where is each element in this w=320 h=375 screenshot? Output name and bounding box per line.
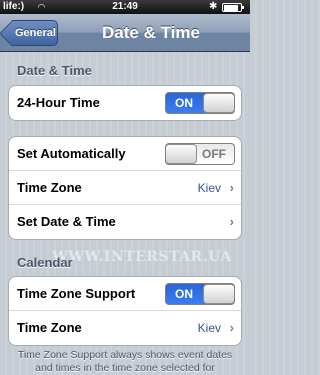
row-time-zone-support: Time Zone Support ON xyxy=(9,277,241,311)
toggle-knob xyxy=(166,144,197,164)
row-label: 24-Hour Time xyxy=(17,95,100,110)
row-label: Set Date & Time xyxy=(17,214,116,229)
battery-icon xyxy=(222,3,244,12)
toggle-state-label: ON xyxy=(175,96,193,110)
bluetooth-icon: ✱ xyxy=(209,1,218,12)
toggle-state-label: ON xyxy=(175,287,193,301)
chevron-right-icon: › xyxy=(229,320,234,335)
toggle-set-automatically[interactable]: OFF xyxy=(165,143,235,165)
page-title: Date & Time xyxy=(102,23,200,42)
row-label: Time Zone Support xyxy=(17,286,136,301)
chevron-right-icon: › xyxy=(229,214,234,229)
row-set-date-time[interactable]: Set Date & Time › xyxy=(9,205,241,239)
back-button-general[interactable]: General xyxy=(12,20,58,46)
calendar-time-zone-value: Kiev xyxy=(197,321,221,335)
watermark: WWW.INTERSTAR.UA xyxy=(52,249,232,265)
toggle-knob xyxy=(203,93,234,113)
group-auto-time: Set Automatically OFF Time Zone Kiev › S… xyxy=(8,136,242,240)
chevron-right-icon: › xyxy=(229,180,234,195)
row-label: Time Zone xyxy=(17,180,82,195)
row-calendar-time-zone[interactable]: Time Zone Kiev › xyxy=(9,311,241,345)
row-time-zone[interactable]: Time Zone Kiev › xyxy=(9,171,241,205)
group-calendar: Time Zone Support ON Time Zone Kiev › xyxy=(8,276,242,346)
footer-note: Time Zone Support always shows event dat… xyxy=(17,349,233,374)
status-bar: life:) ◠ 21:49 ✱ xyxy=(0,0,250,14)
time-zone-value: Kiev xyxy=(197,181,221,195)
group-24-hour: 24-Hour Time ON xyxy=(8,85,242,121)
toggle-state-label: OFF xyxy=(202,147,226,161)
navigation-bar: General Date & Time xyxy=(0,14,250,52)
section-header-date-time: Date & Time xyxy=(17,63,92,78)
toggle-24-hour-time[interactable]: ON xyxy=(165,92,235,114)
back-button-label: General xyxy=(15,27,56,39)
row-set-automatically: Set Automatically OFF xyxy=(9,137,241,171)
section-header-calendar: Calendar xyxy=(17,255,73,270)
row-24-hour-time: 24-Hour Time ON xyxy=(9,86,241,120)
toggle-knob xyxy=(203,284,234,304)
row-label: Set Automatically xyxy=(17,146,126,161)
row-label: Time Zone xyxy=(17,320,82,335)
toggle-time-zone-support[interactable]: ON xyxy=(165,283,235,305)
